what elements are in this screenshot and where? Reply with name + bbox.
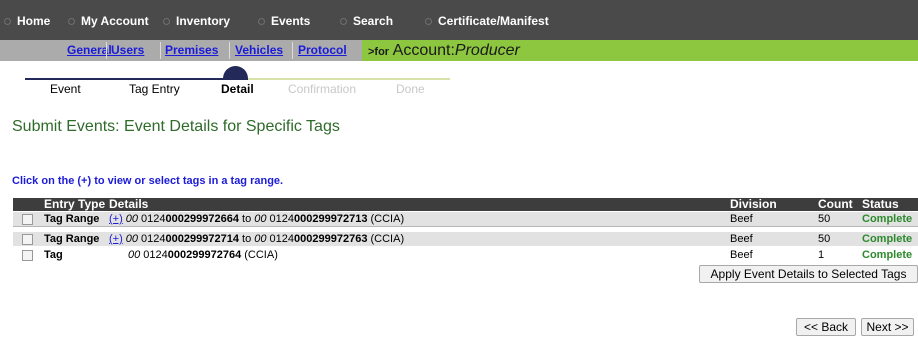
- subnav-link-protocol[interactable]: Protocol: [298, 43, 347, 58]
- expand-range-link[interactable]: (+): [109, 233, 123, 245]
- tag-mid: 0124: [266, 233, 295, 245]
- col-entry-type: Entry Type: [44, 197, 106, 211]
- account-value: Producer: [454, 42, 520, 59]
- row-select-checkbox[interactable]: [22, 214, 33, 225]
- status: Complete: [862, 213, 913, 225]
- tag-prefix: 00: [125, 233, 138, 245]
- nav-certificate-manifest-label: Certificate/Manifest: [438, 14, 549, 28]
- nav-events-label: Events: [271, 14, 311, 28]
- col-count: Count: [818, 197, 853, 211]
- step-detail: Detail: [221, 82, 254, 96]
- status: Complete: [862, 249, 913, 261]
- subnav-divider: [229, 42, 230, 59]
- account-context-text: >for Account:Producer: [368, 41, 520, 60]
- division: Beef: [730, 249, 753, 261]
- for-label: >for: [368, 46, 390, 58]
- subnav-divider: [106, 42, 107, 59]
- tag-number: 000299972664: [165, 213, 239, 225]
- nav-search-label: Search: [353, 14, 394, 28]
- subnav-link-premises[interactable]: Premises: [165, 43, 218, 58]
- top-nav-bar: Home My Account Inventory Events Search …: [0, 0, 918, 40]
- count: 50: [818, 233, 831, 245]
- tag-prefix: 00: [125, 213, 138, 225]
- step-confirmation: Confirmation: [288, 82, 357, 96]
- col-division: Division: [730, 197, 777, 211]
- nav-certificate-manifest[interactable]: Certificate/Manifest: [425, 13, 549, 29]
- back-button[interactable]: << Back: [796, 318, 856, 336]
- nav-my-account[interactable]: My Account: [68, 13, 149, 29]
- apply-event-details-button[interactable]: Apply Event Details to Selected Tags: [699, 265, 918, 283]
- step-done: Done: [396, 82, 425, 96]
- row-select-checkbox[interactable]: [22, 234, 33, 245]
- count: 50: [818, 213, 831, 225]
- step-event: Event: [50, 82, 81, 96]
- tag-number: 000299972713: [294, 213, 368, 225]
- nav-bullet-icon: [68, 18, 75, 26]
- next-button[interactable]: Next >>: [861, 318, 914, 336]
- current-step-marker-icon: [223, 66, 248, 80]
- tag-prefix: 00: [128, 249, 141, 261]
- range-to: to: [238, 233, 255, 245]
- subnav-divider: [292, 42, 293, 59]
- row-select-checkbox[interactable]: [22, 250, 33, 261]
- nav-my-account-label: My Account: [81, 14, 149, 28]
- subnav-link-users[interactable]: Users: [111, 43, 144, 58]
- tag-suffix: (CCIA): [367, 233, 405, 245]
- row-divider: [13, 226, 918, 227]
- entry-type: Tag: [44, 249, 63, 261]
- entry-type: Tag Range: [44, 213, 100, 225]
- nav-bullet-icon: [4, 18, 11, 26]
- tag-mid: 0124: [140, 249, 168, 261]
- tag-details: 00 0124000299972764 (CCIA): [128, 248, 278, 262]
- table-header: Entry Type Details Division Count Status: [13, 198, 918, 211]
- table-row: Tag Range (+) 00 0124000299972714 to 00 0…: [13, 232, 918, 246]
- account-sub-nav: General Users Premises Vehicles Protocol…: [0, 40, 918, 61]
- nav-events[interactable]: Events: [258, 13, 310, 29]
- tag-prefix: 00: [254, 213, 267, 225]
- tag-mid: 0124: [266, 213, 295, 225]
- col-status: Status: [862, 197, 899, 211]
- instruction-text: Click on the (+) to view or select tags …: [12, 175, 284, 187]
- tag-mid: 0124: [138, 233, 166, 245]
- wizard-progress: Event Tag Entry Detail Confirmation Done: [25, 66, 450, 117]
- subnav-link-general[interactable]: General: [67, 43, 112, 58]
- nav-bullet-icon: [163, 18, 170, 26]
- table-row: Tag 00 0124000299972764 (CCIA) Beef 1 Co…: [13, 248, 918, 262]
- page-title: Submit Events: Event Details for Specifi…: [12, 118, 340, 135]
- tag-number: 000299972714: [165, 233, 239, 245]
- step-tag-entry: Tag Entry: [129, 82, 180, 96]
- nav-search[interactable]: Search: [340, 13, 393, 29]
- table-row: Tag Range (+) 00 0124000299972664 to 00 0…: [13, 212, 918, 226]
- nav-bullet-icon: [340, 18, 347, 26]
- tag-suffix: (CCIA): [367, 213, 405, 225]
- expand-range-link[interactable]: (+): [109, 213, 123, 225]
- entry-type: Tag Range: [44, 233, 100, 245]
- col-details: Details: [109, 197, 149, 211]
- nav-bullet-icon: [425, 18, 432, 26]
- tag-suffix: (CCIA): [241, 249, 278, 261]
- tag-prefix: 00: [254, 233, 267, 245]
- tag-number: 000299972764: [167, 249, 242, 261]
- progress-remaining-line: [247, 78, 450, 80]
- division: Beef: [730, 213, 753, 225]
- nav-inventory[interactable]: Inventory: [163, 13, 230, 29]
- subnav-divider: [160, 42, 161, 59]
- account-context-banner: >for Account:Producer: [362, 40, 918, 61]
- progress-completed-line: [25, 78, 247, 80]
- nav-inventory-label: Inventory: [176, 14, 231, 28]
- nav-bullet-icon: [258, 18, 265, 26]
- status: Complete: [862, 233, 913, 245]
- range-to: to: [238, 213, 255, 225]
- division: Beef: [730, 233, 753, 245]
- subnav-link-vehicles[interactable]: Vehicles: [235, 43, 283, 58]
- count: 1: [818, 249, 825, 261]
- nav-home-label: Home: [17, 14, 51, 28]
- tag-mid: 0124: [138, 213, 166, 225]
- tag-details: (+) 00 0124000299972664 to 00 01240002999…: [109, 212, 404, 226]
- nav-home[interactable]: Home: [4, 13, 50, 29]
- tag-details: (+) 00 0124000299972714 to 00 01240002999…: [109, 232, 404, 246]
- tag-number: 000299972763: [294, 233, 368, 245]
- account-label: Account:: [392, 42, 455, 59]
